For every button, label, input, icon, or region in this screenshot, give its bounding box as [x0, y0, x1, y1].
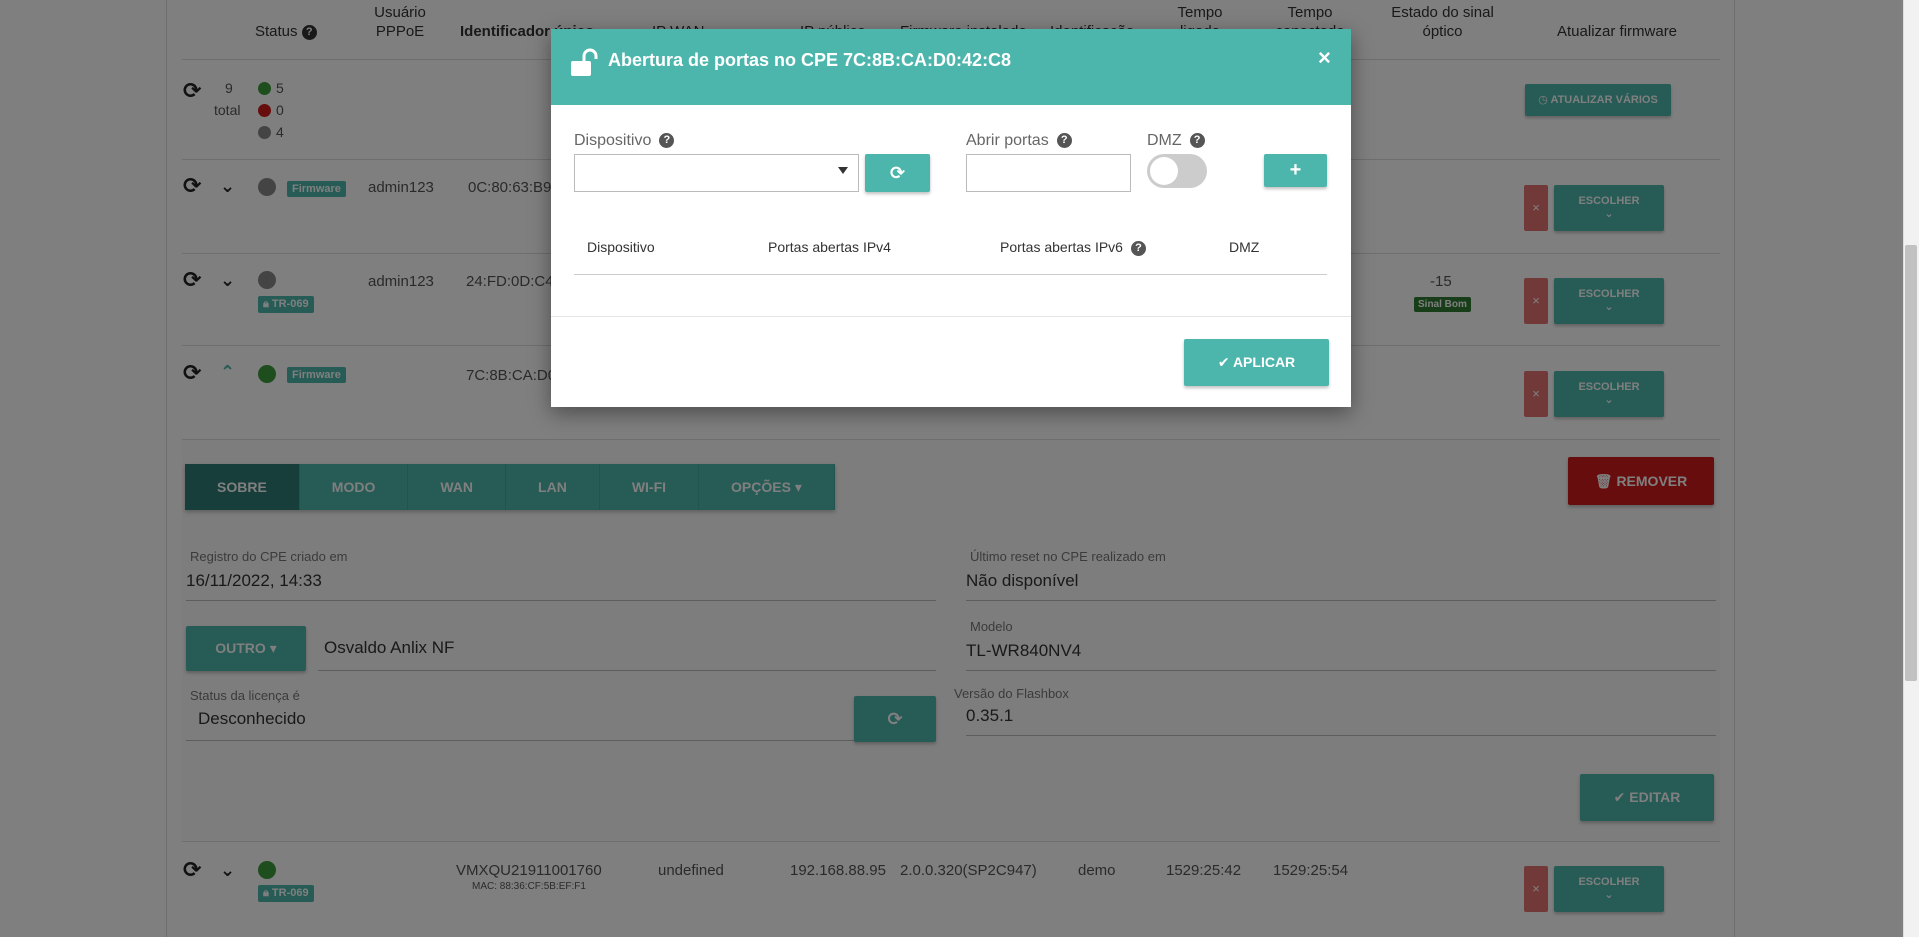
col-ipv4: Portas abertas IPv4 — [768, 239, 891, 255]
unlock-icon — [571, 48, 598, 76]
apply-label: APLICAR — [1232, 354, 1296, 370]
question-icon[interactable]: ? — [1056, 133, 1072, 149]
ports-label-text: Abrir portas — [966, 132, 1049, 149]
refresh-icon: ⟳ — [889, 163, 906, 183]
caret-down-icon — [838, 167, 848, 174]
check-icon: ✔ — [1217, 354, 1233, 370]
dmz-toggle[interactable] — [1147, 154, 1207, 188]
col-ipv6-label: Portas abertas IPv6 — [1000, 239, 1123, 255]
port-forward-modal: Abertura de portas no CPE 7C:8B:CA:D0:42… — [551, 29, 1351, 407]
question-icon[interactable]: ? — [659, 133, 675, 149]
device-label: Dispositivo? — [574, 132, 675, 150]
col-device: Dispositivo — [587, 239, 655, 255]
scrollbar-thumb[interactable] — [1905, 245, 1917, 681]
close-icon[interactable]: × — [1318, 45, 1331, 71]
dmz-label: DMZ? — [1147, 132, 1205, 150]
modal-header: Abertura de portas no CPE 7C:8B:CA:D0:42… — [551, 29, 1351, 105]
refresh-devices-button[interactable]: ⟳ — [865, 154, 930, 192]
toggle-knob — [1150, 157, 1178, 185]
modal-title: Abertura de portas no CPE 7C:8B:CA:D0:42… — [608, 50, 1012, 70]
ports-label: Abrir portas? — [966, 132, 1072, 150]
question-icon[interactable]: ? — [1130, 240, 1146, 256]
question-icon[interactable]: ? — [1189, 133, 1205, 149]
device-select[interactable] — [574, 154, 859, 192]
device-label-text: Dispositivo — [574, 132, 652, 149]
add-button[interactable]: + — [1264, 154, 1327, 187]
ports-input[interactable] — [966, 154, 1131, 192]
footer-divider — [551, 316, 1351, 317]
apply-button[interactable]: ✔ APLICAR — [1184, 339, 1329, 386]
col-dmz: DMZ — [1229, 239, 1260, 255]
table-divider — [574, 274, 1327, 275]
col-ipv6: Portas abertas IPv6? — [1000, 239, 1146, 256]
dmz-label-text: DMZ — [1147, 132, 1182, 149]
